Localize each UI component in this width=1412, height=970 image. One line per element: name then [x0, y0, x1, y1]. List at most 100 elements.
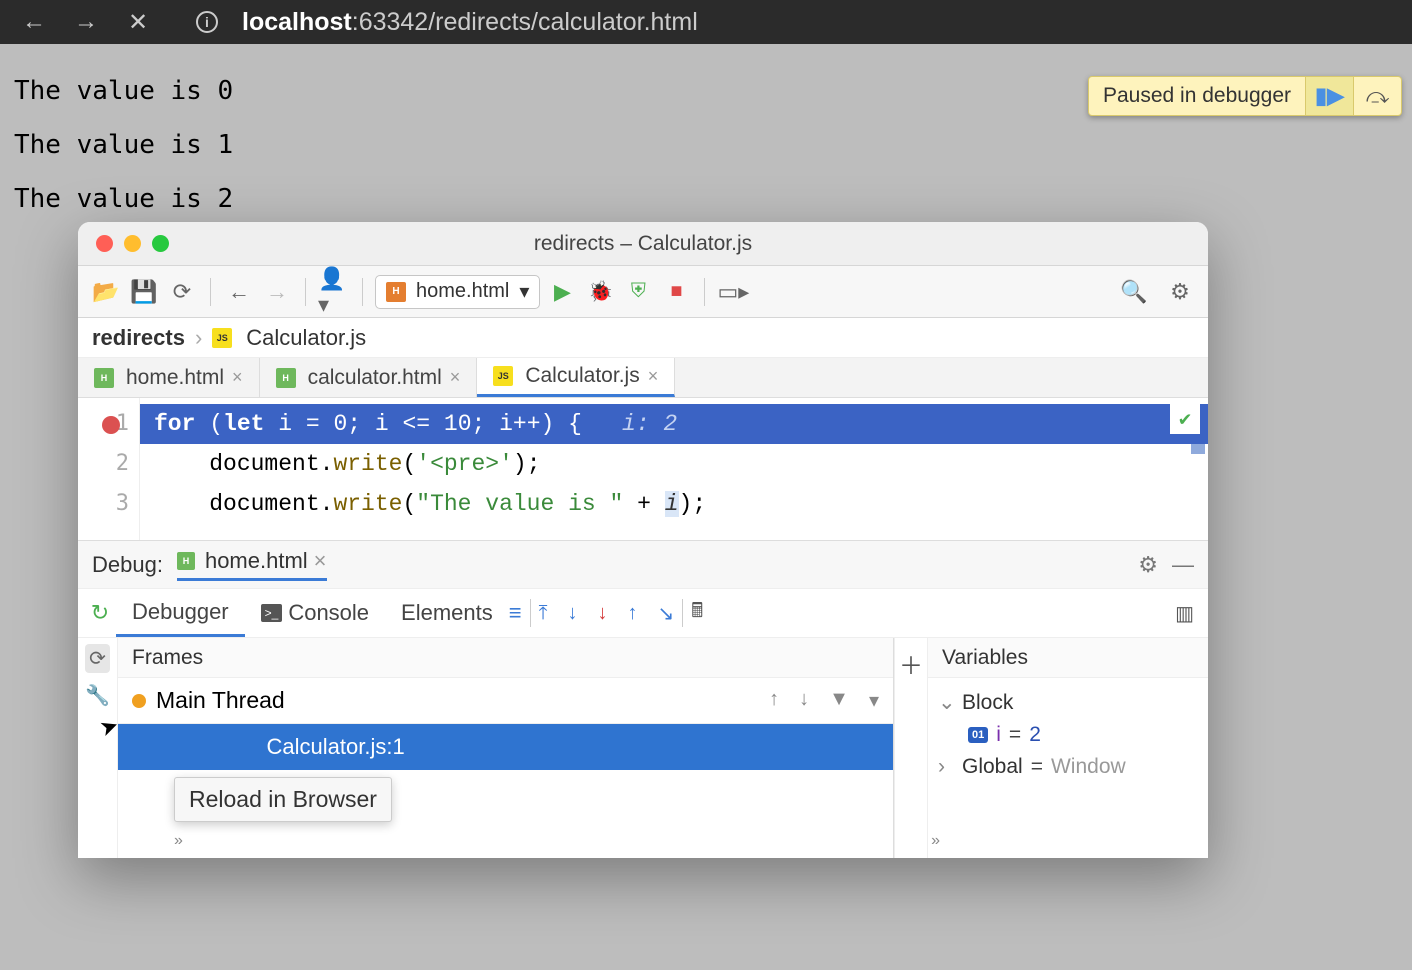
minimize-panel-icon[interactable]: —: [1172, 552, 1194, 578]
run-to-cursor-icon[interactable]: ↘: [657, 601, 674, 626]
console-icon: >_: [261, 604, 283, 622]
nav-forward-icon[interactable]: →: [72, 8, 100, 36]
console-tab-label: Console: [288, 600, 369, 626]
breadcrumb-file[interactable]: Calculator.js: [246, 325, 366, 351]
console-tab[interactable]: >_ Console: [245, 589, 385, 637]
step-over-icon[interactable]: ⤒: [539, 602, 548, 625]
nav-close-icon[interactable]: ✕: [124, 8, 152, 37]
maximize-window-icon[interactable]: [152, 235, 169, 252]
scope-label: Block: [962, 691, 1013, 715]
add-watch-icon[interactable]: ＋: [899, 646, 923, 681]
site-info-icon[interactable]: i: [196, 11, 218, 33]
stop-button[interactable]: ■: [660, 276, 692, 308]
debugger-tab[interactable]: Debugger: [116, 589, 245, 637]
ide-window: redirects – Calculator.js 📂 💾 ⟳ ← → 👤▾ H…: [78, 222, 1208, 858]
code-line-3[interactable]: document.write("The value is " + i);: [140, 484, 1208, 524]
layout-icon[interactable]: ▥: [1175, 601, 1194, 626]
tab-home-html[interactable]: H home.html ×: [78, 358, 260, 397]
var-value: 2: [1029, 723, 1041, 747]
coverage-button[interactable]: ⛨: [622, 276, 654, 308]
chevron-down-icon[interactable]: ⌄: [938, 690, 954, 715]
breadcrumb[interactable]: redirects › JS Calculator.js: [78, 318, 1208, 358]
url-display[interactable]: localhost:63342/redirects/calculator.htm…: [242, 8, 698, 37]
expand-icon[interactable]: »: [931, 832, 940, 850]
rerun-button[interactable]: ↻: [84, 597, 116, 629]
url-host: localhost: [242, 8, 352, 36]
filter-icon[interactable]: ▼: [829, 688, 849, 713]
reload-browser-button[interactable]: ⟳: [85, 644, 110, 673]
evaluate-expression-icon[interactable]: 🖩: [691, 596, 703, 630]
wrench-icon[interactable]: 🔧: [85, 683, 110, 708]
close-tab-icon[interactable]: ×: [648, 366, 659, 387]
expand-icon[interactable]: »: [174, 832, 183, 850]
step-into-icon[interactable]: ↓: [567, 602, 577, 625]
variables-header: Variables: [928, 638, 1208, 678]
frame-location: Calculator.js:1: [267, 734, 405, 760]
step-over-button[interactable]: ⤼: [1353, 77, 1401, 115]
inspection-ok-icon[interactable]: ✔: [1170, 404, 1200, 434]
attach-button[interactable]: ▭▸: [717, 276, 749, 308]
close-window-icon[interactable]: [96, 235, 113, 252]
frames-pane: Frames Main Thread ↑ ↓ ▼ ▾ anonymous(), …: [118, 638, 894, 858]
debug-button[interactable]: 🐞: [584, 276, 616, 308]
resume-icon: ▮▶: [1315, 83, 1344, 109]
var-value: Window: [1051, 755, 1126, 779]
close-tab-icon[interactable]: ×: [232, 367, 243, 388]
tab-calculator-js[interactable]: JS Calculator.js ×: [477, 358, 675, 397]
next-frame-icon[interactable]: ↓: [799, 688, 809, 713]
nav-back-icon[interactable]: ←: [20, 8, 48, 36]
resume-button[interactable]: ▮▶: [1305, 77, 1353, 115]
frames-header: Frames: [118, 638, 893, 678]
thread-row[interactable]: Main Thread ↑ ↓ ▼ ▾: [118, 678, 893, 724]
thread-list-icon[interactable]: ≡: [509, 600, 522, 626]
ide-title-bar[interactable]: redirects – Calculator.js: [78, 222, 1208, 266]
variables-pane: Variables ⌄ Block 01 i = 2 › Global = Wi…: [928, 638, 1208, 858]
minimize-window-icon[interactable]: [124, 235, 141, 252]
tab-calculator-html[interactable]: H calculator.html ×: [260, 358, 478, 397]
run-config-selector[interactable]: H home.html ▾: [375, 275, 540, 309]
variables-body[interactable]: ⌄ Block 01 i = 2 › Global = Window: [928, 678, 1208, 791]
html-file-icon: H: [177, 552, 195, 570]
code-lines[interactable]: for (let i = 0; i <= 10; i++) {i: 2 docu…: [140, 398, 1208, 540]
line-number[interactable]: 3: [78, 484, 129, 524]
step-out-icon[interactable]: ↑: [627, 602, 637, 625]
var-name: i: [996, 723, 1001, 747]
run-button[interactable]: ▶: [546, 276, 578, 308]
debug-settings-icon[interactable]: ⚙: [1138, 552, 1158, 578]
search-icon[interactable]: 🔍: [1118, 276, 1150, 308]
chevron-right-icon[interactable]: ›: [938, 755, 954, 779]
var-scope-global[interactable]: › Global = Window: [938, 751, 1198, 783]
save-icon[interactable]: 💾: [128, 276, 160, 308]
elements-tab[interactable]: Elements: [385, 589, 509, 637]
code-line-1-highlighted[interactable]: for (let i = 0; i <= 10; i++) {i: 2: [140, 404, 1208, 444]
force-step-into-icon[interactable]: ↓: [597, 602, 607, 625]
debug-session-tab[interactable]: H home.html ×: [177, 548, 327, 581]
output-line: The value is 2: [14, 184, 1398, 214]
separator: [704, 278, 705, 306]
stack-frame-row[interactable]: anonymous(), Calculator.js:1: [118, 724, 893, 770]
code-line-2[interactable]: document.write('<pre>');: [140, 444, 1208, 484]
line-number[interactable]: 1: [78, 404, 129, 444]
redo-nav-icon[interactable]: →: [261, 276, 293, 308]
chevron-down-icon[interactable]: ▾: [869, 688, 879, 713]
line-number[interactable]: 2: [78, 444, 129, 484]
output-line: The value is 1: [14, 130, 1398, 160]
code-text: );: [513, 451, 541, 477]
code-editor[interactable]: 1 2 3 for (let i = 0; i <= 10; i++) {i: …: [78, 398, 1208, 540]
settings-icon[interactable]: ⚙: [1164, 276, 1196, 308]
separator: [305, 278, 306, 306]
vcs-icon[interactable]: 👤▾: [318, 276, 350, 308]
tooltip-reload-browser: Reload in Browser: [174, 777, 392, 822]
var-i[interactable]: 01 i = 2: [938, 719, 1198, 751]
sync-icon[interactable]: ⟳: [166, 276, 198, 308]
gutter[interactable]: 1 2 3: [78, 398, 140, 540]
code-text: ; i++) {: [472, 411, 582, 437]
js-file-icon: JS: [212, 328, 232, 348]
undo-nav-icon[interactable]: ←: [223, 276, 255, 308]
prev-frame-icon[interactable]: ↑: [769, 688, 779, 713]
close-icon[interactable]: ×: [314, 548, 327, 574]
var-scope-block[interactable]: ⌄ Block: [938, 686, 1198, 719]
breadcrumb-project[interactable]: redirects: [92, 325, 185, 351]
close-tab-icon[interactable]: ×: [450, 367, 461, 388]
open-icon[interactable]: 📂: [90, 276, 122, 308]
